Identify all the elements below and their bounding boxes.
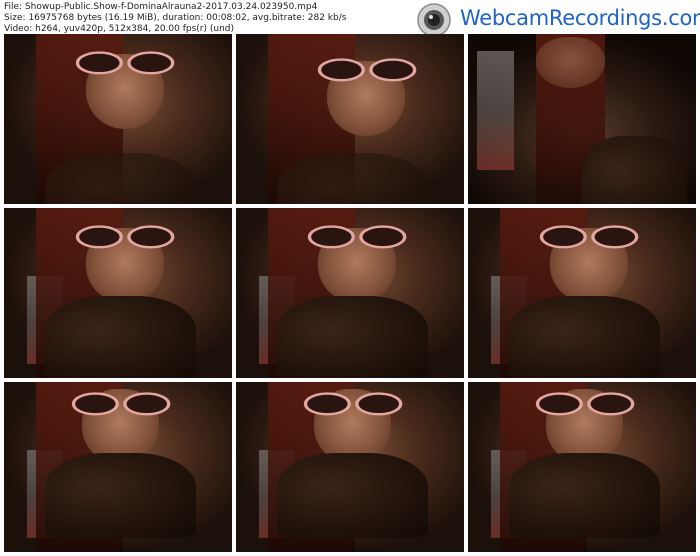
thumbnail-3[interactable] — [468, 34, 696, 204]
thumbnail-1[interactable] — [4, 34, 232, 204]
thumbnail-5[interactable] — [236, 208, 464, 378]
thumbnail-grid — [4, 34, 696, 552]
file-size-line: Size: 16975768 bytes (16.19 MiB), durati… — [4, 13, 347, 23]
logo-text: WebcamRecordings.com — [460, 6, 700, 30]
thumbnail-2[interactable] — [236, 34, 464, 204]
video-info-line: Video: h264, yuv420p, 512x384, 20.00 fps… — [4, 24, 235, 34]
thumbnail-8[interactable] — [236, 382, 464, 552]
thumbnail-7[interactable] — [4, 382, 232, 552]
file-name-line: File: Showup-Public.Show-f-DominaAlrauna… — [4, 2, 318, 12]
thumbnail-6[interactable] — [468, 208, 696, 378]
site-logo: WebcamRecordings.com — [400, 2, 700, 47]
thumbnail-9[interactable] — [468, 382, 696, 552]
file-info: File: Showup-Public.Show-f-DominaAlrauna… — [4, 2, 346, 35]
thumbnail-4[interactable] — [4, 208, 232, 378]
